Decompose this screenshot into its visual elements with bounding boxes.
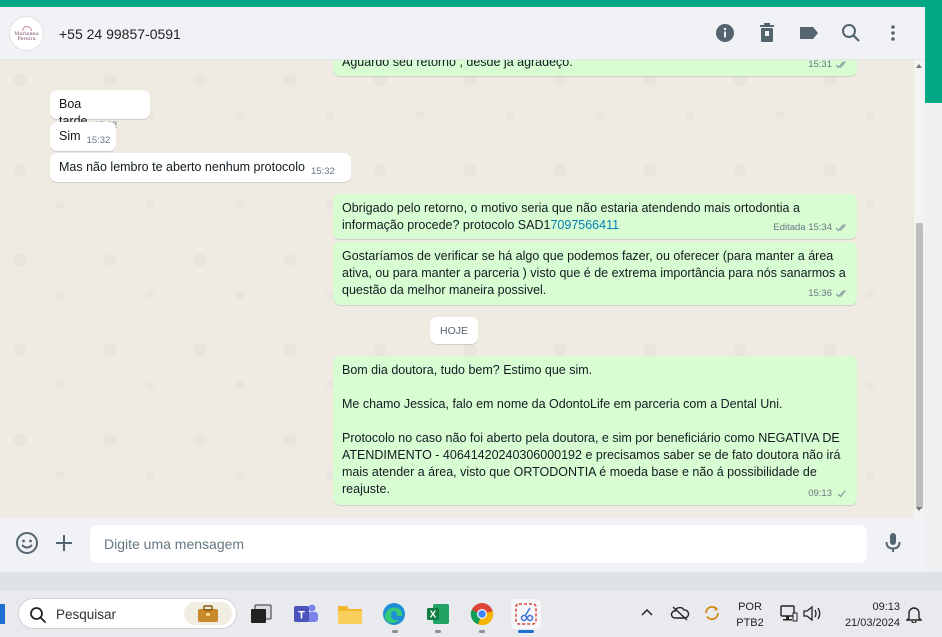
protocol-link[interactable]: 7097566411 <box>550 218 619 232</box>
message-incoming[interactable]: Mas não lembro te aberto nenhum protocol… <box>50 153 351 182</box>
keyboard-language[interactable]: POR PTB2 <box>735 599 765 631</box>
avatar-logo-text: Marianna Pereira <box>14 30 39 42</box>
network-icon[interactable] <box>780 605 798 622</box>
message-paragraph: Bom dia doutora, tudo bem? Estimo que si… <box>342 363 593 377</box>
snipping-tool-active-indicator <box>518 630 534 633</box>
clock-time: 09:13 <box>872 601 900 613</box>
sync-icon[interactable] <box>703 604 721 622</box>
scroll-down-arrow-icon[interactable] <box>916 507 922 511</box>
more-options-icon[interactable] <box>881 21 905 45</box>
message-composer <box>0 518 925 572</box>
emoji-icon[interactable] <box>15 531 39 558</box>
clock[interactable]: 09:13 21/03/2024 <box>834 599 900 631</box>
message-time: 09:13 <box>808 488 832 499</box>
search-icon[interactable] <box>839 21 863 45</box>
chat-window: Marianna Pereira +55 24 99857-0591 Aguar… <box>0 7 925 572</box>
message-meta: Editada 15:34 <box>773 219 849 236</box>
excel-running-indicator <box>435 630 441 633</box>
message-list[interactable]: Aguardo seu retorno , desde já agradeço.… <box>0 60 925 518</box>
message-text: Mas não lembro te aberto nenhum protocol… <box>59 160 305 174</box>
message-outgoing[interactable]: Obrigado pelo retorno, o motivo seria qu… <box>333 194 857 239</box>
windows-taskbar: Pesquisar T X POR PTB2 09:13 21/03/2024 <box>0 589 942 637</box>
message-time: 15:36 <box>808 288 832 299</box>
avatar-logo-icon <box>21 25 32 31</box>
taskbar-search[interactable]: Pesquisar <box>18 598 237 629</box>
message-outgoing[interactable]: Gostaríamos de verificar se há algo que … <box>333 242 857 305</box>
clock-date: 21/03/2024 <box>844 617 900 629</box>
sent-tick-icon <box>837 490 846 498</box>
day-separator: HOJE <box>430 317 478 344</box>
message-text: Gostaríamos de verificar se há algo que … <box>342 249 846 297</box>
svg-text:T: T <box>298 610 305 622</box>
message-time: 15:32 <box>86 135 111 146</box>
edge-icon[interactable] <box>379 599 409 629</box>
contact-name[interactable]: +55 24 99857-0591 <box>59 26 181 42</box>
message-text: Obrigado pelo retorno, o motivo seria qu… <box>342 201 800 215</box>
contact-avatar[interactable]: Marianna Pereira <box>9 16 44 51</box>
read-ticks-icon <box>835 61 846 69</box>
message-time: 15:32 <box>310 166 335 177</box>
header-actions <box>713 21 905 45</box>
app-accent-strip <box>0 0 942 7</box>
message-meta: 15:31 <box>808 60 849 73</box>
file-explorer-icon[interactable] <box>335 599 365 629</box>
attach-plus-icon[interactable] <box>52 531 76 558</box>
message-meta: 09:13 <box>808 485 849 502</box>
language-code: POR <box>738 601 762 613</box>
taskbar-search-text: Pesquisar <box>56 607 117 622</box>
task-view-icon[interactable] <box>246 599 276 629</box>
read-ticks-icon <box>835 224 846 232</box>
message-text: informação procede? protocolo SAD1 <box>342 218 551 232</box>
message-time: 15:31 <box>808 60 832 70</box>
message-text: Aguardo seu retorno , desde já agradeço. <box>342 60 573 69</box>
scroll-up-arrow-icon[interactable] <box>916 64 922 68</box>
delete-icon[interactable] <box>755 21 779 45</box>
message-input[interactable] <box>90 525 867 563</box>
message-paragraph: Protocolo no caso não foi aberto pela do… <box>342 431 841 496</box>
cloud-offline-icon[interactable] <box>670 605 690 621</box>
message-paragraph: Me chamo Jessica, falo em nome da Odonto… <box>342 397 783 411</box>
chat-header: Marianna Pereira +55 24 99857-0591 <box>0 7 925 60</box>
message-outgoing[interactable]: Aguardo seu retorno , desde já agradeço.… <box>333 60 857 76</box>
edge-running-indicator <box>392 630 398 633</box>
search-icon <box>30 607 47 624</box>
chrome-icon[interactable] <box>467 599 497 629</box>
message-text: Sim <box>59 129 81 143</box>
show-hidden-icons-chevron-icon[interactable] <box>641 608 653 616</box>
label-icon[interactable] <box>797 21 821 45</box>
teams-icon[interactable]: T <box>291 599 321 629</box>
svg-text:X: X <box>430 610 437 621</box>
microphone-icon[interactable] <box>881 531 905 558</box>
volume-icon[interactable] <box>803 605 823 622</box>
scrollbar-thumb[interactable] <box>916 223 923 509</box>
chrome-running-indicator <box>479 630 485 633</box>
message-meta: 15:36 <box>808 285 849 302</box>
message-time: Editada 15:34 <box>773 222 832 233</box>
notifications-bell-icon[interactable] <box>906 605 922 623</box>
message-incoming[interactable]: Sim 15:32 <box>50 122 116 151</box>
keyboard-layout-code: PTB2 <box>736 617 764 629</box>
read-ticks-icon <box>835 290 846 298</box>
window-gap <box>925 103 942 572</box>
briefcase-icon <box>198 604 218 622</box>
start-button-icon[interactable] <box>0 604 5 624</box>
message-incoming[interactable]: Boa tarde15:32 <box>50 90 150 131</box>
app-accent-side <box>925 7 942 103</box>
info-icon[interactable] <box>713 21 737 45</box>
search-highlight-badge[interactable] <box>184 602 232 625</box>
message-text-line2: informação procede? protocolo SAD1709756… <box>342 217 837 234</box>
message-outgoing[interactable]: Bom dia doutora, tudo bem? Estimo que si… <box>333 356 857 505</box>
excel-icon[interactable]: X <box>423 599 453 629</box>
snipping-tool-icon[interactable] <box>511 599 541 629</box>
